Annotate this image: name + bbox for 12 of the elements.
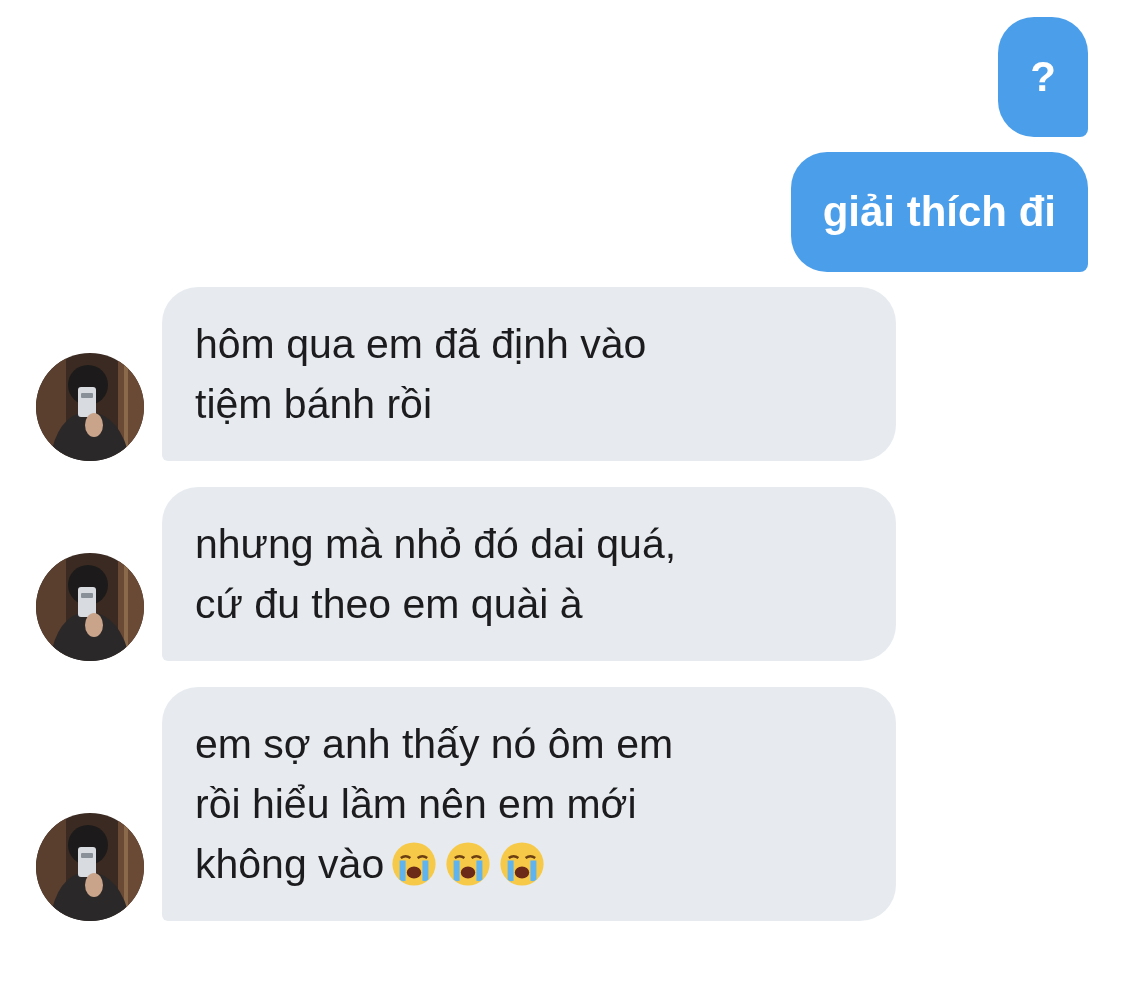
message-text: nhưng mà nhỏ đó dai quá, [195,520,677,569]
message-text: ? [1030,52,1056,102]
crying-face-icon [390,840,439,888]
message-text: em sợ anh thấy nó ôm em [195,720,674,769]
message-text: rồi hiểu lầm nên em mới [195,780,637,829]
crying-face-icon [498,840,547,888]
message-text: hôm qua em đã định vào [195,320,647,369]
message-text: giải thích đi [822,187,1056,237]
message-text: tiệm bánh rồi [195,380,432,429]
message-text: không vào [195,840,385,889]
crying-face-icon [444,840,493,888]
message-text: cứ đu theo em quài à [195,580,583,629]
